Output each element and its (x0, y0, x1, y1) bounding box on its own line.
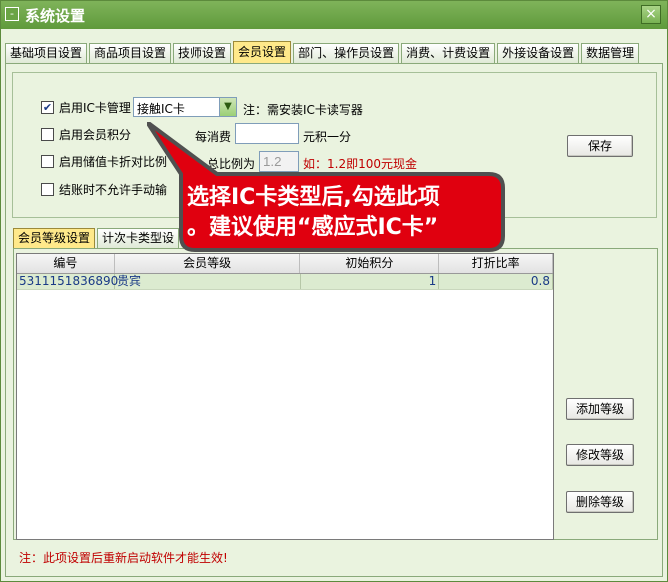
tab-technician[interactable]: 技师设置 (173, 43, 232, 63)
add-level-button[interactable]: 添加等级 (566, 398, 634, 420)
tab-member[interactable]: 会员设置 (233, 41, 292, 63)
close-button[interactable]: × (641, 5, 661, 24)
tab-external-devices[interactable]: 外接设备设置 (497, 43, 580, 63)
tab-department-operator[interactable]: 部门、操作员设置 (293, 43, 400, 63)
title-bar: - 系统设置 × (1, 1, 667, 29)
tab-basic-items[interactable]: 基础项目设置 (5, 43, 88, 63)
column-header-discount-rate[interactable]: 打折比率 (439, 254, 553, 273)
main-tabs: 基础项目设置 商品项目设置 技师设置 会员设置 部门、操作员设置 消费、计费设置… (5, 41, 641, 63)
cell-id: 5311151836890 (19, 274, 119, 289)
tab-data-management[interactable]: 数据管理 (581, 43, 640, 63)
table-header: 编号 会员等级 初始积分 打折比率 (17, 254, 553, 274)
tab-consumption-billing[interactable]: 消费、计费设置 (401, 43, 496, 63)
ic-card-type-value: 接触IC卡 (137, 102, 185, 116)
tab-member-levels[interactable]: 会员等级设置 (13, 228, 96, 248)
ic-card-type-select[interactable]: 接触IC卡 ▼ (133, 97, 237, 117)
window-menu-icon[interactable]: - (5, 7, 19, 21)
ic-card-label: 启用IC卡管理 (59, 101, 131, 115)
callout-line-2: 。建议使用“感应式IC卡” (187, 215, 439, 240)
column-header-level[interactable]: 会员等级 (115, 254, 301, 273)
member-points-checkbox[interactable] (41, 128, 54, 141)
settings-window: - 系统设置 × 基础项目设置 商品项目设置 技师设置 会员设置 部门、操作员设… (0, 0, 668, 582)
column-header-id[interactable]: 编号 (17, 254, 115, 273)
chevron-down-icon[interactable]: ▼ (219, 98, 236, 116)
disallow-manual-checkbox[interactable] (41, 183, 54, 196)
delete-level-button[interactable]: 删除等级 (566, 491, 634, 513)
ic-card-option[interactable]: ✔ 启用IC卡管理 (41, 99, 131, 116)
column-header-initial-points[interactable]: 初始积分 (300, 254, 440, 273)
cell-discount-rate: 0.8 (439, 274, 554, 289)
save-button[interactable]: 保存 (567, 135, 633, 157)
cell-level: 贵宾 (115, 274, 301, 289)
member-points-label: 启用会员积分 (59, 128, 132, 142)
callout-line-1: 选择IC卡类型后,勾选此项 (187, 185, 440, 210)
ic-card-note: 注：需安装IC卡读写器 (243, 103, 363, 117)
ic-card-checkbox[interactable]: ✔ (41, 101, 54, 114)
table-row[interactable]: 5311151836890 贵宾 1 0.8 (17, 274, 554, 290)
restart-warning: 注：此项设置后重新启动软件才能生效! (19, 551, 228, 565)
edit-level-button[interactable]: 修改等级 (566, 444, 634, 466)
member-levels-panel: 编号 会员等级 初始积分 打折比率 5311151836890 贵宾 1 0.8… (13, 248, 658, 540)
callout-text: 选择IC卡类型后,勾选此项 。建议使用“感应式IC卡” (187, 183, 491, 243)
window-title: 系统设置 (25, 7, 86, 25)
cell-initial-points: 1 (301, 274, 440, 289)
tab-goods-items[interactable]: 商品项目设置 (89, 43, 172, 63)
member-points-option[interactable]: 启用会员积分 (41, 126, 131, 143)
member-levels-table[interactable]: 编号 会员等级 初始积分 打折比率 5311151836890 贵宾 1 0.8 (16, 253, 554, 540)
stored-value-discount-checkbox[interactable] (41, 155, 54, 168)
